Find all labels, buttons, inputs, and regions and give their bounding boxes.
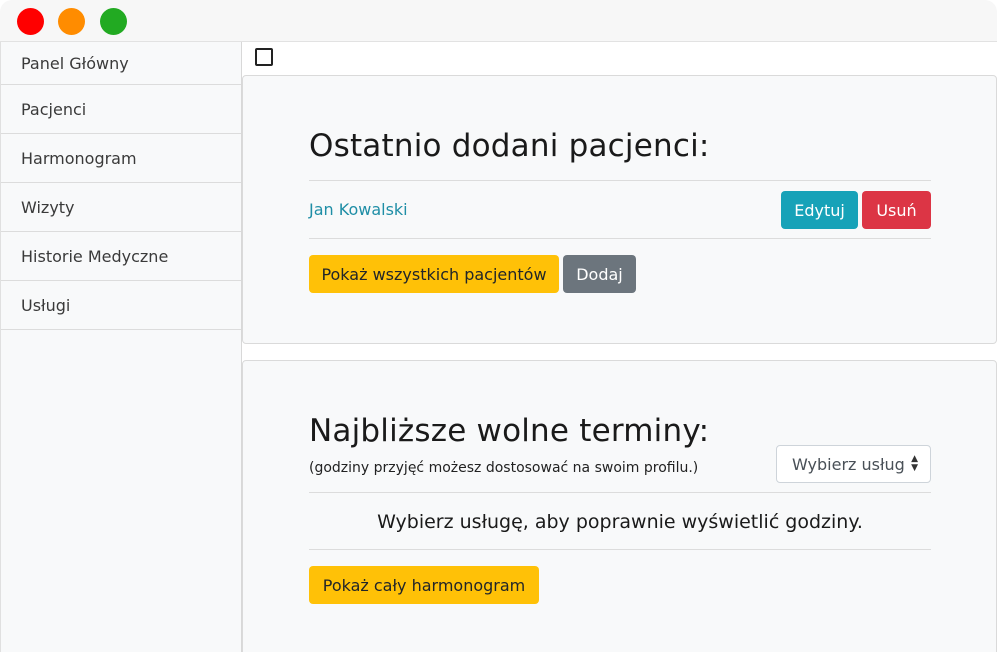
delete-patient-button[interactable]: Usuń xyxy=(862,191,931,229)
divider xyxy=(309,180,931,181)
free-slots-title: Najbliższe wolne terminy: xyxy=(309,413,710,449)
sidebar-item-label: Wizyty xyxy=(21,197,75,217)
sidebar-item-harmonogram[interactable]: Harmonogram xyxy=(1,134,241,183)
sidebar-item-panel-glowny[interactable]: Panel Główny xyxy=(1,42,241,85)
sidebar-item-pacjenci[interactable]: Pacjenci xyxy=(1,85,241,134)
show-schedule-button[interactable]: Pokaż cały harmonogram xyxy=(309,566,539,604)
service-select-value: Wybierz usługę xyxy=(792,454,904,474)
sidebar-item-label: Harmonogram xyxy=(21,148,137,168)
window-titlebar xyxy=(0,0,997,42)
show-all-patients-button[interactable]: Pokaż wszystkich pacjentów xyxy=(309,255,559,293)
maximize-window-button[interactable] xyxy=(100,8,127,35)
sidebar-toggle-checkbox[interactable] xyxy=(255,48,273,66)
sidebar-item-uslugi[interactable]: Usługi xyxy=(1,281,241,330)
divider xyxy=(309,238,931,239)
select-caret-icon: ▲ ▼ xyxy=(911,454,918,473)
divider xyxy=(309,549,931,550)
free-slots-card: Najbliższe wolne terminy: (godziny przyj… xyxy=(242,360,997,652)
sidebar-item-label: Historie Medyczne xyxy=(21,246,169,266)
select-service-message: Wybierz usługę, aby poprawnie wyświetlić… xyxy=(377,511,863,533)
sidebar-item-wizyty[interactable]: Wizyty xyxy=(1,183,241,232)
patient-link[interactable]: Jan Kowalski xyxy=(309,200,408,219)
free-slots-subtitle: (godziny przyjęć możesz dostosować na sw… xyxy=(309,460,699,476)
divider xyxy=(309,492,931,493)
sidebar-item-label: Usługi xyxy=(21,295,71,315)
close-window-button[interactable] xyxy=(17,8,44,35)
sidebar-item-label: Panel Główny xyxy=(21,53,129,73)
edit-patient-button[interactable]: Edytuj xyxy=(781,191,858,229)
service-select[interactable]: Wybierz usługę ▲ ▼ xyxy=(776,445,931,483)
recent-patients-title: Ostatnio dodani pacjenci: xyxy=(309,128,710,164)
sidebar-item-historie-medyczne[interactable]: Historie Medyczne xyxy=(1,232,241,281)
recent-patients-card: Ostatnio dodani pacjenci: Jan Kowalski E… xyxy=(242,75,997,344)
sidebar-item-label: Pacjenci xyxy=(21,99,87,119)
add-patient-button[interactable]: Dodaj xyxy=(563,255,636,293)
sidebar: Panel Główny Pacjenci Harmonogram Wizyty… xyxy=(0,42,242,652)
minimize-window-button[interactable] xyxy=(58,8,85,35)
